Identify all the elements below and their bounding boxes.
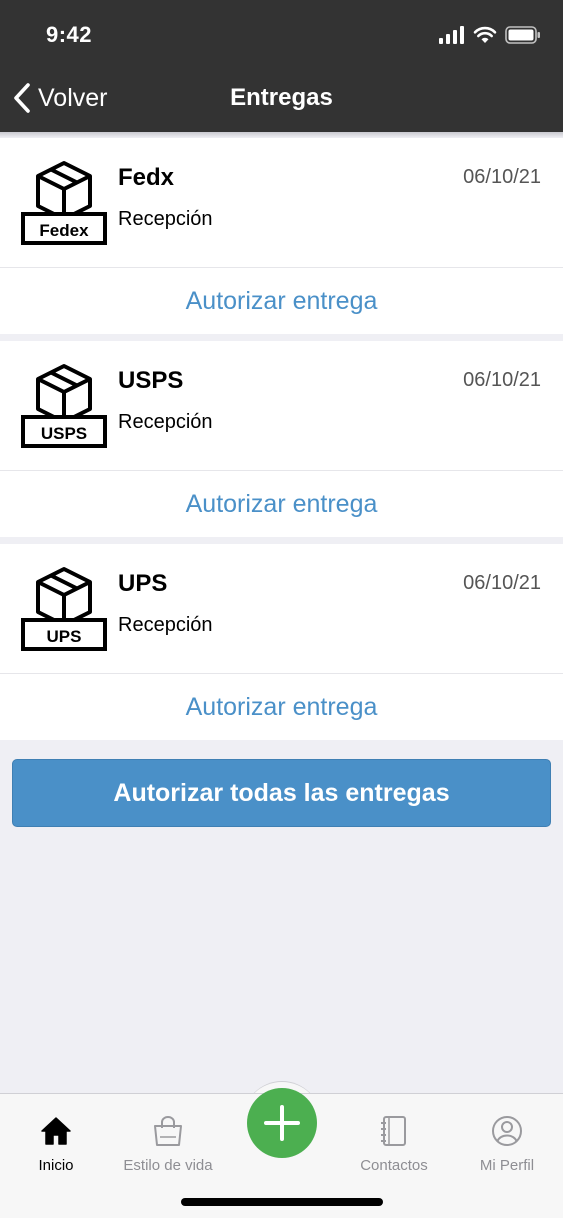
signal-icon — [439, 26, 464, 44]
carrier-name: Fedx — [118, 164, 175, 191]
carrier-name: USPS — [118, 367, 184, 394]
delivery-info: UPS UPS 06/10/21 Recepción — [0, 544, 563, 674]
authorize-all-button[interactable]: Autorizar todas las entregas — [12, 759, 551, 827]
tab-label: Estilo de vida — [123, 1157, 213, 1174]
delivery-info: USPS USPS 06/10/21 Recepción — [0, 341, 563, 471]
package-icon: Fedex — [21, 161, 107, 245]
status-icons — [439, 25, 541, 45]
delivery-status: Recepción — [118, 411, 213, 433]
authorize-delivery-button[interactable]: Autorizar entrega — [0, 674, 563, 740]
tab-label: Contactos — [360, 1157, 428, 1174]
tab-label: Inicio — [38, 1157, 74, 1174]
package-icon: USPS — [21, 364, 107, 448]
page-title: Entregas — [230, 84, 333, 111]
authorize-delivery-button[interactable]: Autorizar entrega — [0, 471, 563, 537]
delivery-card: USPS USPS 06/10/21 Recepción Autorizar e… — [0, 341, 563, 537]
status-time: 9:42 — [46, 22, 93, 47]
shopping-bag-icon — [151, 1114, 185, 1148]
tab-inicio[interactable]: Inicio — [0, 1094, 112, 1174]
delivery-card: Fedex Fedx 06/10/21 Recepción Autorizar … — [0, 138, 563, 334]
carrier-logo-text: Fedex — [39, 221, 89, 240]
delivery-date: 06/10/21 — [463, 369, 541, 391]
delivery-info: Fedex Fedx 06/10/21 Recepción — [0, 138, 563, 268]
plus-icon — [264, 1105, 300, 1141]
delivery-card: UPS UPS 06/10/21 Recepción Autorizar ent… — [0, 544, 563, 740]
tab-estilo-de-vida[interactable]: Estilo de vida — [112, 1094, 224, 1174]
delivery-status: Recepción — [118, 208, 213, 230]
home-indicator — [181, 1198, 383, 1206]
battery-icon — [505, 26, 540, 44]
tab-mi-perfil[interactable]: Mi Perfil — [451, 1094, 563, 1174]
carrier-logo-text: USPS — [41, 424, 87, 443]
wifi-icon — [473, 26, 497, 43]
home-icon — [39, 1114, 73, 1148]
address-book-icon — [377, 1114, 411, 1148]
authorize-delivery-button[interactable]: Autorizar entrega — [0, 268, 563, 334]
package-icon: UPS — [21, 567, 107, 651]
top-bar: 9:42 Volver Entregas — [0, 0, 563, 132]
delivery-status: Recepción — [118, 614, 213, 636]
user-icon — [490, 1114, 524, 1148]
carrier-logo-text: UPS — [47, 627, 82, 646]
carrier-name: UPS — [118, 570, 168, 597]
tab-label: Mi Perfil — [479, 1157, 535, 1174]
tab-contactos[interactable]: Contactos — [338, 1094, 450, 1174]
delivery-date: 06/10/21 — [463, 166, 541, 188]
delivery-date: 06/10/21 — [463, 572, 541, 594]
add-button[interactable] — [247, 1088, 317, 1158]
